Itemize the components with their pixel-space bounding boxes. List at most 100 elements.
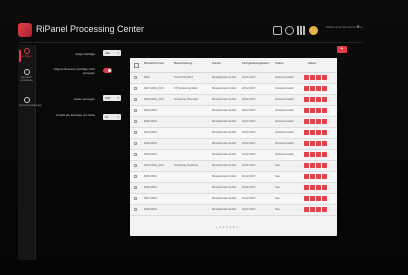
- download-icon[interactable]: [316, 108, 321, 113]
- view-icon[interactable]: [304, 97, 309, 102]
- delete-icon[interactable]: [322, 207, 327, 212]
- delete-icon[interactable]: [322, 130, 327, 135]
- table-row[interactable]: 8419-0001 Musterkunde GmbH 28.02.2017 Versa…: [130, 106, 337, 117]
- download-icon[interactable]: [316, 185, 321, 190]
- download-icon[interactable]: [316, 97, 321, 102]
- col-header-date[interactable]: Fertigstellungsdatum: [242, 61, 270, 65]
- view-icon[interactable]: [304, 152, 309, 157]
- table-row[interactable]: 8421-0001 Musterkunde GmbH 02.02.2017 Versa…: [130, 128, 337, 139]
- delete-icon[interactable]: [322, 75, 327, 80]
- delete-icon[interactable]: [322, 174, 327, 179]
- download-icon[interactable]: [316, 119, 321, 124]
- show-jobs-select[interactable]: Alle ▾: [103, 50, 121, 56]
- row-checkbox[interactable]: [134, 109, 137, 112]
- edit-icon[interactable]: [310, 97, 315, 102]
- page-link[interactable]: 3: [226, 226, 227, 229]
- view-icon[interactable]: [304, 108, 309, 113]
- row-checkbox[interactable]: [134, 164, 137, 167]
- col-header-order[interactable]: Bestellnummer: [144, 61, 164, 65]
- row-checkbox[interactable]: [134, 208, 137, 211]
- edit-icon[interactable]: [310, 86, 315, 91]
- row-checkbox[interactable]: [134, 120, 137, 123]
- page-link[interactable]: 2: [223, 226, 224, 229]
- view-icon[interactable]: [304, 196, 309, 201]
- apps-grid-icon[interactable]: [297, 25, 306, 35]
- edit-icon[interactable]: [310, 174, 315, 179]
- row-checkbox[interactable]: [134, 142, 137, 145]
- bell-icon[interactable]: [273, 25, 282, 35]
- download-icon[interactable]: [316, 75, 321, 80]
- sidebar-item-jobs[interactable]: Aufträge: [19, 48, 34, 62]
- select-all-checkbox[interactable]: [134, 63, 139, 68]
- sidebar-item-users[interactable]: Benutzer-verwaltung: [19, 69, 34, 82]
- view-icon[interactable]: [304, 130, 309, 135]
- delete-icon[interactable]: [322, 141, 327, 146]
- download-icon[interactable]: [316, 207, 321, 212]
- view-icon[interactable]: [304, 86, 309, 91]
- page-link[interactable]: 5: [233, 226, 234, 229]
- table-row[interactable]: 8420-0001 Musterkunde GmbH 02.02.2017 Versa…: [130, 117, 337, 128]
- page-link[interactable]: »: [236, 226, 237, 229]
- delete-icon[interactable]: [322, 119, 327, 124]
- show-archived-toggle[interactable]: [103, 68, 112, 73]
- table-row[interactable]: 8428-0001 Musterkunde GmbH 02.02.2017 Neu: [130, 205, 337, 216]
- row-checkbox[interactable]: [134, 76, 137, 79]
- view-icon[interactable]: [304, 185, 309, 190]
- row-checkbox[interactable]: [134, 87, 137, 90]
- table-row[interactable]: 8416 Test 05.09.2017 Musterkunde GmbH 31.01…: [130, 73, 337, 84]
- edit-icon[interactable]: [310, 196, 315, 201]
- row-checkbox[interactable]: [134, 186, 137, 189]
- row-checkbox[interactable]: [134, 197, 137, 200]
- download-icon[interactable]: [316, 130, 321, 135]
- view-icon[interactable]: [304, 207, 309, 212]
- edit-icon[interactable]: [310, 119, 315, 124]
- edit-icon[interactable]: [310, 152, 315, 157]
- delete-icon[interactable]: [322, 185, 327, 190]
- table-row[interactable]: 8426-0001 Musterkunde GmbH 02.02.2017 Neu: [130, 183, 337, 194]
- edit-icon[interactable]: [310, 130, 315, 135]
- delete-icon[interactable]: [322, 86, 327, 91]
- view-icon[interactable]: [304, 163, 309, 168]
- page-link[interactable]: «: [216, 226, 217, 229]
- table-row[interactable]: 8425-0001 Musterkunde GmbH 02.02.2017 Neu: [130, 172, 337, 183]
- edit-icon[interactable]: [310, 108, 315, 113]
- view-icon[interactable]: [304, 119, 309, 124]
- delete-icon[interactable]: [322, 196, 327, 201]
- table-row[interactable]: 8422-0001 Musterkunde GmbH 02.02.2017 Versa…: [130, 139, 337, 150]
- table-row[interactable]: 8417-0001_40-5 VIT Verteilung Mark Musterk…: [130, 84, 337, 95]
- download-icon[interactable]: [316, 174, 321, 179]
- rows-select[interactable]: 100 ▾: [103, 95, 121, 101]
- avatar-icon[interactable]: [309, 25, 318, 35]
- edit-icon[interactable]: [310, 207, 315, 212]
- edit-icon[interactable]: [310, 163, 315, 168]
- table-row[interactable]: 8423-0001 Musterkunde GmbH 02.02.2017 Versa…: [130, 150, 337, 161]
- row-checkbox[interactable]: [134, 98, 137, 101]
- col-header-status[interactable]: Status: [275, 61, 284, 65]
- view-icon[interactable]: [304, 174, 309, 179]
- delete-icon[interactable]: [322, 108, 327, 113]
- delete-icon[interactable]: [322, 163, 327, 168]
- help-icon[interactable]: [285, 25, 294, 35]
- per-page-select[interactable]: 10 ▾: [103, 114, 121, 120]
- table-row[interactable]: 8427-0001 Musterkunde GmbH 02.02.2017 Neu: [130, 194, 337, 205]
- download-icon[interactable]: [316, 196, 321, 201]
- download-icon[interactable]: [316, 163, 321, 168]
- page-link[interactable]: 4: [230, 226, 231, 229]
- page-link[interactable]: 1: [219, 226, 220, 229]
- download-icon[interactable]: [316, 86, 321, 91]
- row-checkbox[interactable]: [134, 153, 137, 156]
- col-header-description[interactable]: Beschreibung: [174, 61, 192, 65]
- view-icon[interactable]: [304, 141, 309, 146]
- chevron-down-icon[interactable]: ▾: [357, 24, 360, 30]
- delete-icon[interactable]: [322, 97, 327, 102]
- view-icon[interactable]: [304, 75, 309, 80]
- col-header-customer[interactable]: Kunde: [212, 61, 221, 65]
- edit-icon[interactable]: [310, 75, 315, 80]
- add-job-button[interactable]: +: [337, 46, 347, 53]
- delete-icon[interactable]: [322, 152, 327, 157]
- edit-icon[interactable]: [310, 141, 315, 146]
- table-row[interactable]: 8418-0001_40-5 Verteilung Übersicht Muster…: [130, 95, 337, 106]
- row-checkbox[interactable]: [134, 175, 137, 178]
- row-checkbox[interactable]: [134, 131, 137, 134]
- download-icon[interactable]: [316, 152, 321, 157]
